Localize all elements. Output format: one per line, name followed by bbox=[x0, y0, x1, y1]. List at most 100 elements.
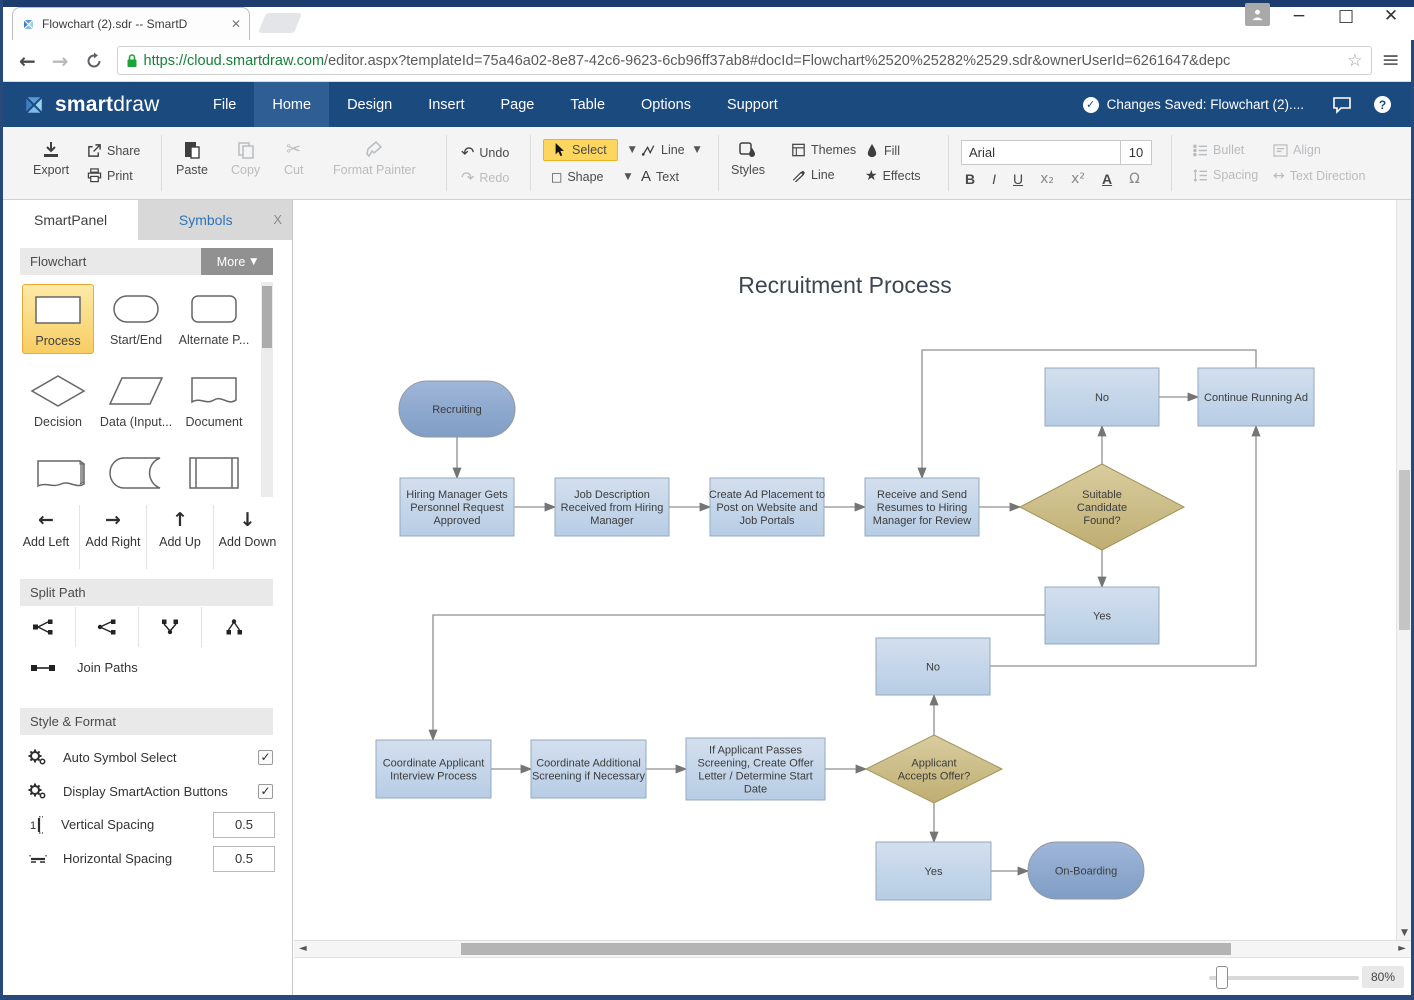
new-tab-button[interactable] bbox=[258, 13, 302, 33]
underline-button[interactable]: U bbox=[1013, 171, 1023, 187]
spacing-button[interactable]: Spacing bbox=[1193, 168, 1258, 182]
italic-button[interactable]: I bbox=[992, 171, 996, 187]
subscript-button[interactable]: x₂ bbox=[1040, 171, 1054, 187]
symbol-scrollbar-thumb[interactable] bbox=[262, 286, 272, 348]
flowchart-node-recruiting[interactable]: Recruiting bbox=[399, 381, 515, 437]
split-down-y-button[interactable] bbox=[139, 607, 202, 647]
menu-home[interactable]: Home bbox=[254, 82, 329, 127]
flowchart-node-offer-letter[interactable]: If Applicant PassesScreening, Create Off… bbox=[686, 738, 825, 800]
scroll-left-arrow-icon[interactable]: ◄ bbox=[299, 943, 307, 954]
split-tree-button[interactable] bbox=[202, 607, 265, 647]
add-left-button[interactable]: ← Add Left bbox=[13, 505, 80, 569]
flowchart-node-job-description[interactable]: Job DescriptionReceived from HiringManag… bbox=[555, 478, 669, 536]
tab-smartpanel[interactable]: SmartPanel bbox=[3, 200, 138, 240]
menu-table[interactable]: Table bbox=[552, 82, 623, 127]
join-paths-button[interactable]: Join Paths bbox=[31, 660, 138, 675]
auto-symbol-select-checkbox[interactable]: ✓ bbox=[258, 750, 273, 765]
split-right-button[interactable] bbox=[13, 607, 76, 647]
url-bar[interactable]: https://cloud.smartdraw.com/editor.aspx?… bbox=[117, 46, 1372, 75]
horizontal-scrollbar[interactable]: ◄ ► bbox=[294, 940, 1411, 957]
shape-tool-button[interactable]: □ Shape ▼ bbox=[551, 170, 631, 184]
flowchart-node-coordinate-interview[interactable]: Coordinate ApplicantInterview Process bbox=[376, 740, 491, 798]
symbol-stored-data[interactable] bbox=[100, 448, 172, 498]
scroll-down-arrow-icon[interactable]: ▼ bbox=[1397, 928, 1412, 938]
flowchart-node-onboarding[interactable]: On-Boarding bbox=[1028, 842, 1144, 899]
close-button[interactable]: ✕ bbox=[1376, 6, 1406, 26]
cut-button[interactable]: ✂ Cut bbox=[284, 140, 303, 177]
reload-icon[interactable] bbox=[85, 52, 103, 70]
symbol-data[interactable]: Data (Input... bbox=[100, 366, 172, 436]
copy-button[interactable]: Copy bbox=[231, 140, 260, 177]
browser-tab[interactable]: Flowchart (2).sdr -- SmartD ✕ bbox=[12, 7, 250, 40]
maximize-button[interactable]: □ bbox=[1331, 6, 1361, 26]
vertical-scrollbar[interactable]: ▼ bbox=[1396, 200, 1411, 940]
redo-button[interactable]: ↷ Redo bbox=[461, 168, 509, 187]
undo-button[interactable]: ↶ Undo bbox=[461, 143, 509, 162]
effects-button[interactable]: ★ Effects bbox=[865, 168, 921, 184]
drawing-canvas[interactable]: Recruitment Process Recruiting Hiring Man… bbox=[294, 200, 1396, 940]
diagram-title[interactable]: Recruitment Process bbox=[294, 272, 1396, 299]
menu-page[interactable]: Page bbox=[482, 82, 552, 127]
forward-icon[interactable]: → bbox=[52, 49, 69, 73]
line-dropdown-icon[interactable]: ▼ bbox=[694, 145, 701, 155]
back-icon[interactable]: ← bbox=[19, 49, 36, 73]
scroll-right-arrow-icon[interactable]: ► bbox=[1398, 943, 1406, 954]
text-tool-button[interactable]: A Text bbox=[641, 168, 679, 185]
flowchart-node-no-accepts[interactable]: No bbox=[876, 638, 990, 695]
format-painter-button[interactable]: Format Painter bbox=[333, 140, 416, 177]
more-symbols-button[interactable]: More▼ bbox=[201, 248, 273, 275]
symbol-document[interactable]: Document bbox=[178, 366, 250, 436]
chat-icon[interactable] bbox=[1332, 96, 1352, 114]
bold-button[interactable]: B bbox=[965, 171, 975, 187]
flowchart-node-create-ad[interactable]: Create Ad Placement toPost on Website an… bbox=[709, 478, 825, 536]
tab-symbols[interactable]: Symbols bbox=[138, 200, 273, 240]
profile-button[interactable] bbox=[1245, 3, 1270, 26]
bookmark-star-icon[interactable]: ☆ bbox=[1347, 51, 1362, 71]
horizontal-scrollbar-thumb[interactable] bbox=[461, 943, 1231, 955]
symbol-predefined-process[interactable] bbox=[178, 448, 250, 498]
menu-insert[interactable]: Insert bbox=[410, 82, 482, 127]
display-smartaction-checkbox[interactable]: ✓ bbox=[258, 784, 273, 799]
split-left-button[interactable] bbox=[76, 607, 139, 647]
menu-support[interactable]: Support bbox=[709, 82, 796, 127]
line-tool-button[interactable]: Line ▼ bbox=[641, 143, 701, 157]
bullet-button[interactable]: Bullet bbox=[1193, 143, 1244, 157]
flowchart-node-suitable-candidate[interactable]: SuitableCandidateFound? bbox=[1020, 464, 1184, 550]
flowchart-node-no-suitable[interactable]: No bbox=[1045, 368, 1159, 426]
help-icon[interactable]: ? bbox=[1374, 96, 1391, 113]
select-dropdown-icon[interactable]: ▼ bbox=[629, 145, 636, 155]
symbol-decision[interactable]: Decision bbox=[22, 366, 94, 436]
add-up-button[interactable]: ↑ Add Up bbox=[147, 505, 214, 569]
horizontal-spacing-input[interactable] bbox=[213, 846, 275, 872]
flowchart-node-yes-suitable[interactable]: Yes bbox=[1045, 587, 1159, 644]
menu-design[interactable]: Design bbox=[329, 82, 410, 127]
font-color-button[interactable]: A bbox=[1102, 171, 1112, 187]
add-down-button[interactable]: ↓ Add Down bbox=[214, 505, 281, 569]
share-button[interactable]: Share bbox=[87, 143, 140, 158]
flowchart-node-coordinate-screening[interactable]: Coordinate AdditionalScreening if Necess… bbox=[531, 740, 646, 798]
symbol-start-end[interactable]: Start/End bbox=[100, 284, 172, 354]
symbol-scrollbar[interactable] bbox=[261, 282, 273, 497]
flowchart-node-yes-accepts[interactable]: Yes bbox=[876, 842, 991, 900]
paste-button[interactable]: Paste bbox=[176, 140, 208, 177]
print-button[interactable]: Print bbox=[87, 168, 133, 183]
tab-close-icon[interactable]: ✕ bbox=[231, 17, 241, 31]
shape-dropdown-icon[interactable]: ▼ bbox=[625, 172, 632, 182]
minimize-button[interactable]: − bbox=[1284, 6, 1314, 26]
vertical-spacing-input[interactable] bbox=[213, 812, 275, 838]
symbol-process[interactable]: Process bbox=[22, 284, 94, 354]
menu-options[interactable]: Options bbox=[623, 82, 709, 127]
line-style-button[interactable]: Line bbox=[791, 168, 835, 182]
font-name-input[interactable] bbox=[961, 140, 1121, 165]
zoom-slider-track[interactable] bbox=[1209, 976, 1359, 980]
zoom-slider-handle[interactable] bbox=[1216, 966, 1228, 989]
flowchart-node-applicant-accepts[interactable]: ApplicantAccepts Offer? bbox=[866, 735, 1002, 803]
styles-button[interactable]: Styles bbox=[731, 140, 765, 177]
themes-button[interactable]: Themes bbox=[791, 143, 856, 157]
flowchart-node-continue-running-ad[interactable]: Continue Running Ad bbox=[1198, 368, 1314, 426]
select-tool-button[interactable]: Select bbox=[543, 139, 618, 161]
flowchart-node-hiring-manager-request[interactable]: Hiring Manager GetsPersonnel RequestAppr… bbox=[400, 478, 514, 536]
symbol-alternate-process[interactable]: Alternate P... bbox=[178, 284, 250, 354]
vertical-scrollbar-thumb[interactable] bbox=[1399, 470, 1410, 630]
align-button[interactable]: Align bbox=[1273, 143, 1321, 157]
